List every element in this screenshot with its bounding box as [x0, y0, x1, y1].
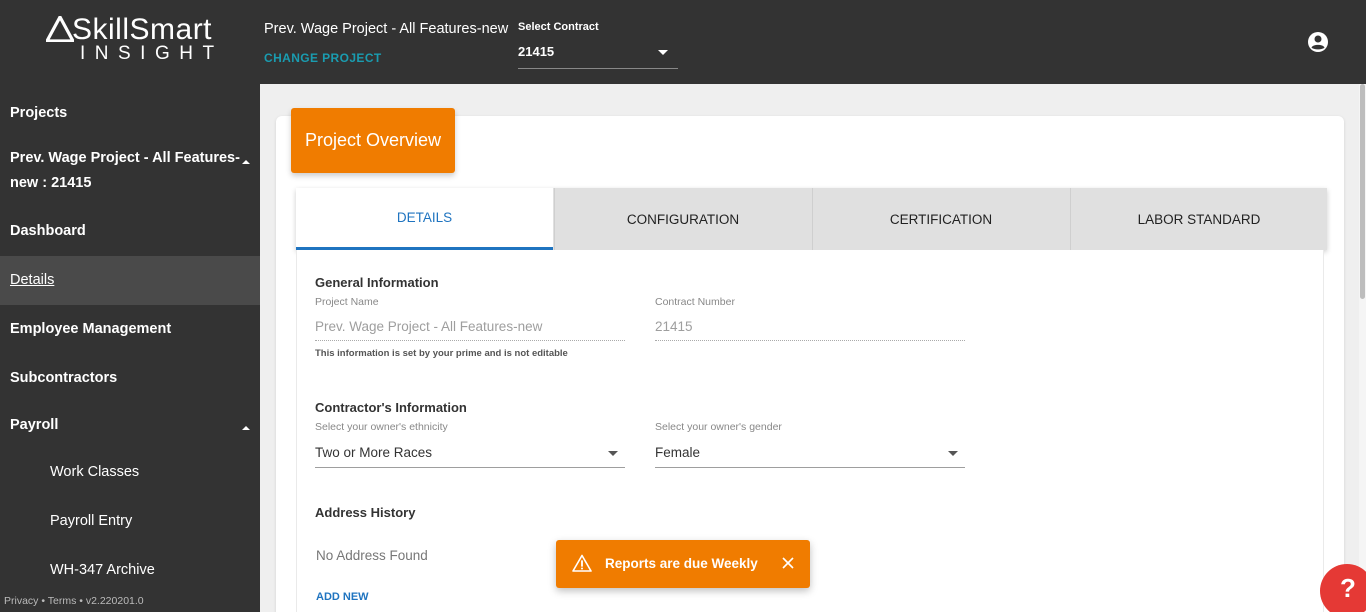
project-name-label: Project Name — [315, 296, 379, 308]
skillsmart-logo[interactable]: SkillSmart INSIGHT — [46, 14, 218, 66]
sidebar-item-dashboard[interactable]: Dashboard — [0, 223, 260, 243]
close-icon[interactable] — [781, 556, 795, 570]
sidebar-item-label: Work Classes — [50, 464, 140, 480]
details-panel — [296, 250, 1324, 612]
sidebar-item-label: Prev. Wage Project - All Features- — [10, 150, 240, 166]
contract-select-value: 21415 — [518, 44, 555, 59]
sidebar-item-label: Dashboard — [10, 223, 86, 239]
general-info-title: General Information — [315, 275, 439, 290]
tab-labor-standard[interactable]: LABOR STANDARD — [1070, 188, 1327, 250]
no-address-text: No Address Found — [316, 548, 428, 563]
address-history-title: Address History — [315, 505, 416, 520]
project-name-field: Prev. Wage Project - All Features-new — [315, 319, 543, 334]
sidebar-item-label: Details — [10, 272, 55, 288]
sidebar-item-wh347-archive[interactable]: WH-347 Archive — [0, 562, 260, 582]
contract-select-label: Select Contract — [518, 21, 599, 33]
add-address-button[interactable]: ADD NEW — [316, 591, 369, 603]
tab-bar: DETAILS CONFIGURATION CERTIFICATION LABO… — [296, 188, 1327, 250]
sidebar: Projects Prev. Wage Project - All Featur… — [0, 84, 260, 612]
account-circle-icon[interactable] — [1307, 31, 1329, 53]
warning-icon — [572, 554, 592, 572]
sidebar-item-label: Payroll Entry — [50, 513, 133, 529]
gender-select[interactable]: Female — [655, 445, 700, 460]
help-question-icon: ? — [1340, 573, 1356, 603]
sidebar-item-subcontractors[interactable]: Subcontractors — [0, 370, 260, 390]
logo-subtitle: INSIGHT — [80, 43, 224, 64]
tab-certification[interactable]: CERTIFICATION — [812, 188, 1069, 250]
chevron-down-icon[interactable] — [948, 451, 958, 456]
gender-label: Select your owner's gender — [655, 421, 782, 433]
project-name-underline — [315, 340, 625, 341]
sidebar-item-employee-management[interactable]: Employee Management — [0, 321, 260, 341]
contract-select[interactable]: 21415 — [518, 40, 678, 69]
logo-triangle-icon — [46, 16, 74, 42]
sidebar-item-label: WH-347 Archive — [50, 562, 155, 578]
logo-wordmark: SkillSmart — [72, 13, 213, 46]
ethnicity-select[interactable]: Two or More Races — [315, 445, 432, 460]
sidebar-item-work-classes[interactable]: Work Classes — [0, 464, 260, 484]
help-button[interactable]: ? — [1320, 564, 1366, 612]
chevron-up-icon — [242, 160, 250, 164]
current-project-name: Prev. Wage Project - All Features-new — [264, 21, 509, 37]
sidebar-item-label-line2: new : 21415 — [10, 175, 92, 191]
tab-configuration[interactable]: CONFIGURATION — [554, 188, 811, 250]
not-editable-note: This information is set by your prime an… — [315, 348, 568, 359]
tab-details[interactable]: DETAILS — [296, 188, 553, 250]
chevron-down-icon — [658, 50, 668, 55]
notification-toast: Reports are due Weekly — [556, 540, 810, 588]
contractor-info-title: Contractor's Information — [315, 400, 467, 415]
toast-message: Reports are due Weekly — [605, 556, 758, 571]
ethnicity-underline — [315, 467, 625, 468]
contract-number-label: Contract Number — [655, 296, 735, 308]
sidebar-item-payroll[interactable]: Payroll — [0, 417, 260, 437]
scrollbar-thumb[interactable] — [1360, 84, 1365, 299]
sidebar-item-label: Employee Management — [10, 321, 172, 337]
sidebar-item-details[interactable]: Details — [0, 256, 260, 305]
top-bar: SkillSmart INSIGHT Prev. Wage Project - … — [0, 0, 1366, 84]
sidebar-item-projects[interactable]: Projects — [0, 105, 260, 125]
sidebar-item-label: Projects — [10, 105, 68, 121]
sidebar-item-current-project[interactable]: Prev. Wage Project - All Features- new :… — [0, 150, 260, 196]
footer-links[interactable]: Privacy • Terms • v2.220201.0 — [4, 595, 144, 607]
chevron-up-icon — [242, 426, 250, 430]
change-project-link[interactable]: CHANGE PROJECT — [264, 51, 382, 65]
gender-underline — [655, 467, 965, 468]
page-scrollbar[interactable] — [1359, 84, 1366, 612]
chevron-down-icon[interactable] — [608, 451, 618, 456]
ethnicity-label: Select your owner's ethnicity — [315, 421, 448, 433]
sidebar-item-label: Payroll — [10, 417, 59, 433]
sidebar-item-label: Subcontractors — [10, 370, 118, 386]
sidebar-item-payroll-entry[interactable]: Payroll Entry — [0, 513, 260, 533]
contract-number-field: 21415 — [655, 319, 693, 334]
contract-number-underline — [655, 340, 965, 341]
project-overview-header: Project Overview — [291, 108, 455, 173]
